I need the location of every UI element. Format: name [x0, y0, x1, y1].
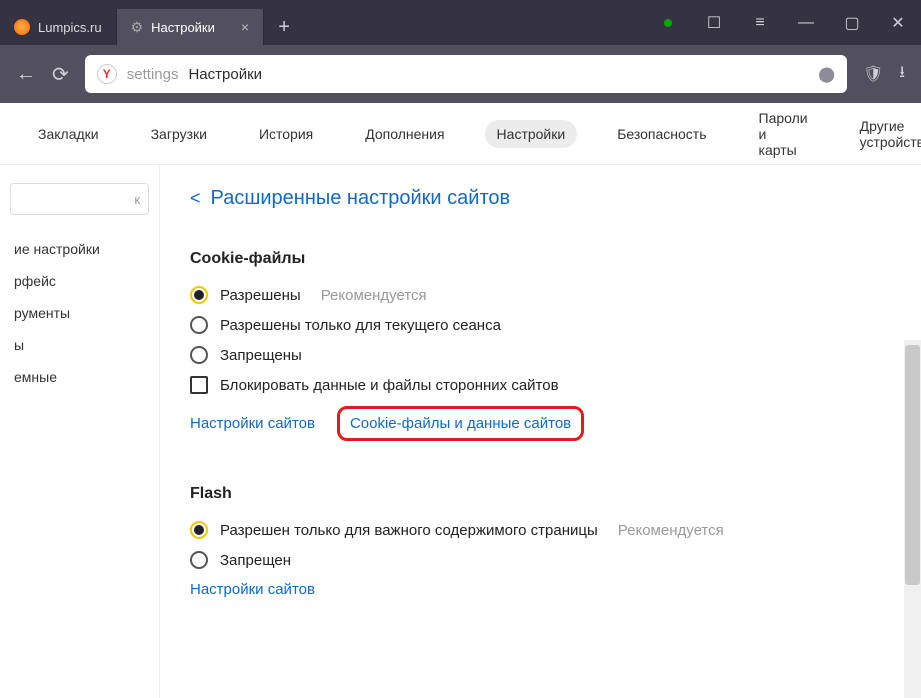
nav-security[interactable]: Безопасность [605, 120, 718, 148]
breadcrumb-back[interactable]: < Расширенные настройки сайтов [190, 187, 891, 210]
option-block-thirdparty[interactable]: Блокировать данные и файлы сторонних сай… [190, 376, 891, 394]
tab-settings[interactable]: ⚙ Настройки × [117, 9, 265, 45]
link-cookie-data[interactable]: Cookie-файлы и данные сайтов [337, 406, 584, 441]
nav-history[interactable]: История [247, 120, 325, 148]
sidebar-item[interactable]: емные [0, 361, 159, 393]
settings-page: Закладки Загрузки История Дополнения Нас… [0, 103, 921, 698]
breadcrumb-title: Расширенные настройки сайтов [211, 187, 511, 210]
sidebar-item[interactable]: рфейс [0, 265, 159, 297]
section-flash: Flash Разрешен только для важного содерж… [190, 485, 891, 598]
nav-settings[interactable]: Настройки [485, 120, 578, 148]
window-maximize-button[interactable]: ▢ [829, 0, 875, 45]
settings-sidebar: к ие настройки рфейс рументы ы емные [0, 165, 160, 698]
nav-downloads[interactable]: Загрузки [139, 120, 219, 148]
bookmark-menu-icon[interactable]: ☐ [691, 0, 737, 45]
link-site-settings[interactable]: Настройки сайтов [190, 581, 315, 598]
radio-icon [190, 316, 208, 334]
browser-toolbar: ← ⟳ Y settings Настройки ⬤ 🛡 ⭳ [0, 45, 921, 103]
tab-label: Lumpics.ru [38, 20, 102, 35]
scrollbar-thumb[interactable] [905, 345, 920, 585]
nav-passwords[interactable]: Пароли и карты [747, 104, 820, 164]
new-tab-button[interactable]: + [264, 9, 304, 45]
yandex-icon: Y [97, 64, 117, 84]
option-cookies-session[interactable]: Разрешены только для текущего сеанса [190, 316, 891, 334]
settings-nav: Закладки Загрузки История Дополнения Нас… [0, 103, 921, 165]
bookmark-icon[interactable]: ⬤ [818, 65, 835, 83]
gear-icon: ⚙ [131, 20, 144, 34]
window-minimize-button[interactable]: — [783, 0, 829, 45]
option-label: Запрещен [220, 552, 291, 569]
option-label: Разрешены только для текущего сеанса [220, 317, 501, 334]
settings-search-input[interactable]: к [10, 183, 149, 215]
reload-button[interactable]: ⟳ [52, 62, 69, 87]
tab-lumpics[interactable]: Lumpics.ru [0, 9, 117, 45]
option-label: Блокировать данные и файлы сторонних сай… [220, 377, 559, 394]
option-hint: Рекомендуется [321, 287, 427, 304]
back-button[interactable]: ← [16, 63, 36, 86]
option-label: Разрешен только для важного содержимого … [220, 522, 598, 539]
section-cookies: Cookie-файлы Разрешены Рекомендуется Раз… [190, 250, 891, 441]
tab-label: Настройки [151, 20, 215, 35]
option-flash-blocked[interactable]: Запрещен [190, 551, 891, 569]
radio-icon [190, 286, 208, 304]
adblock-extension-icon[interactable]: 🛡 [863, 64, 883, 84]
checkbox-icon [190, 376, 208, 394]
favicon-lumpics [14, 19, 30, 35]
nav-devices[interactable]: Другие устройства [848, 112, 921, 156]
section-title: Cookie-файлы [190, 250, 891, 268]
main-menu-icon[interactable]: ≡ [737, 0, 783, 45]
nav-bookmarks[interactable]: Закладки [26, 120, 111, 148]
downloads-icon[interactable]: ⭳ [899, 61, 905, 88]
address-segment-title: Настройки [188, 66, 262, 83]
chevron-left-icon: < [190, 188, 201, 209]
address-segment-scheme: settings [127, 66, 179, 83]
option-cookies-allowed[interactable]: Разрешены Рекомендуется [190, 286, 891, 304]
settings-content: < Расширенные настройки сайтов Cookie-фа… [160, 165, 921, 698]
section-title: Flash [190, 485, 891, 503]
option-cookies-blocked[interactable]: Запрещены [190, 346, 891, 364]
search-input-value: к [134, 192, 140, 207]
radio-icon [190, 551, 208, 569]
option-label: Запрещены [220, 347, 302, 364]
sidebar-item[interactable]: рументы [0, 297, 159, 329]
radio-icon [190, 346, 208, 364]
sidebar-item[interactable]: ие настройки [0, 233, 159, 265]
address-bar[interactable]: Y settings Настройки ⬤ [85, 55, 847, 93]
extension-indicator[interactable] [645, 0, 691, 45]
window-titlebar: Lumpics.ru ⚙ Настройки × + ☐ ≡ — ▢ ✕ [0, 0, 921, 45]
window-close-button[interactable]: ✕ [875, 0, 921, 45]
status-dot-icon [664, 19, 672, 27]
radio-icon [190, 521, 208, 539]
option-hint: Рекомендуется [618, 522, 724, 539]
close-tab-icon[interactable]: × [241, 19, 249, 35]
sidebar-item[interactable]: ы [0, 329, 159, 361]
option-label: Разрешены [220, 287, 301, 304]
link-site-settings[interactable]: Настройки сайтов [190, 415, 315, 432]
nav-addons[interactable]: Дополнения [353, 120, 456, 148]
option-flash-important[interactable]: Разрешен только для важного содержимого … [190, 521, 891, 539]
